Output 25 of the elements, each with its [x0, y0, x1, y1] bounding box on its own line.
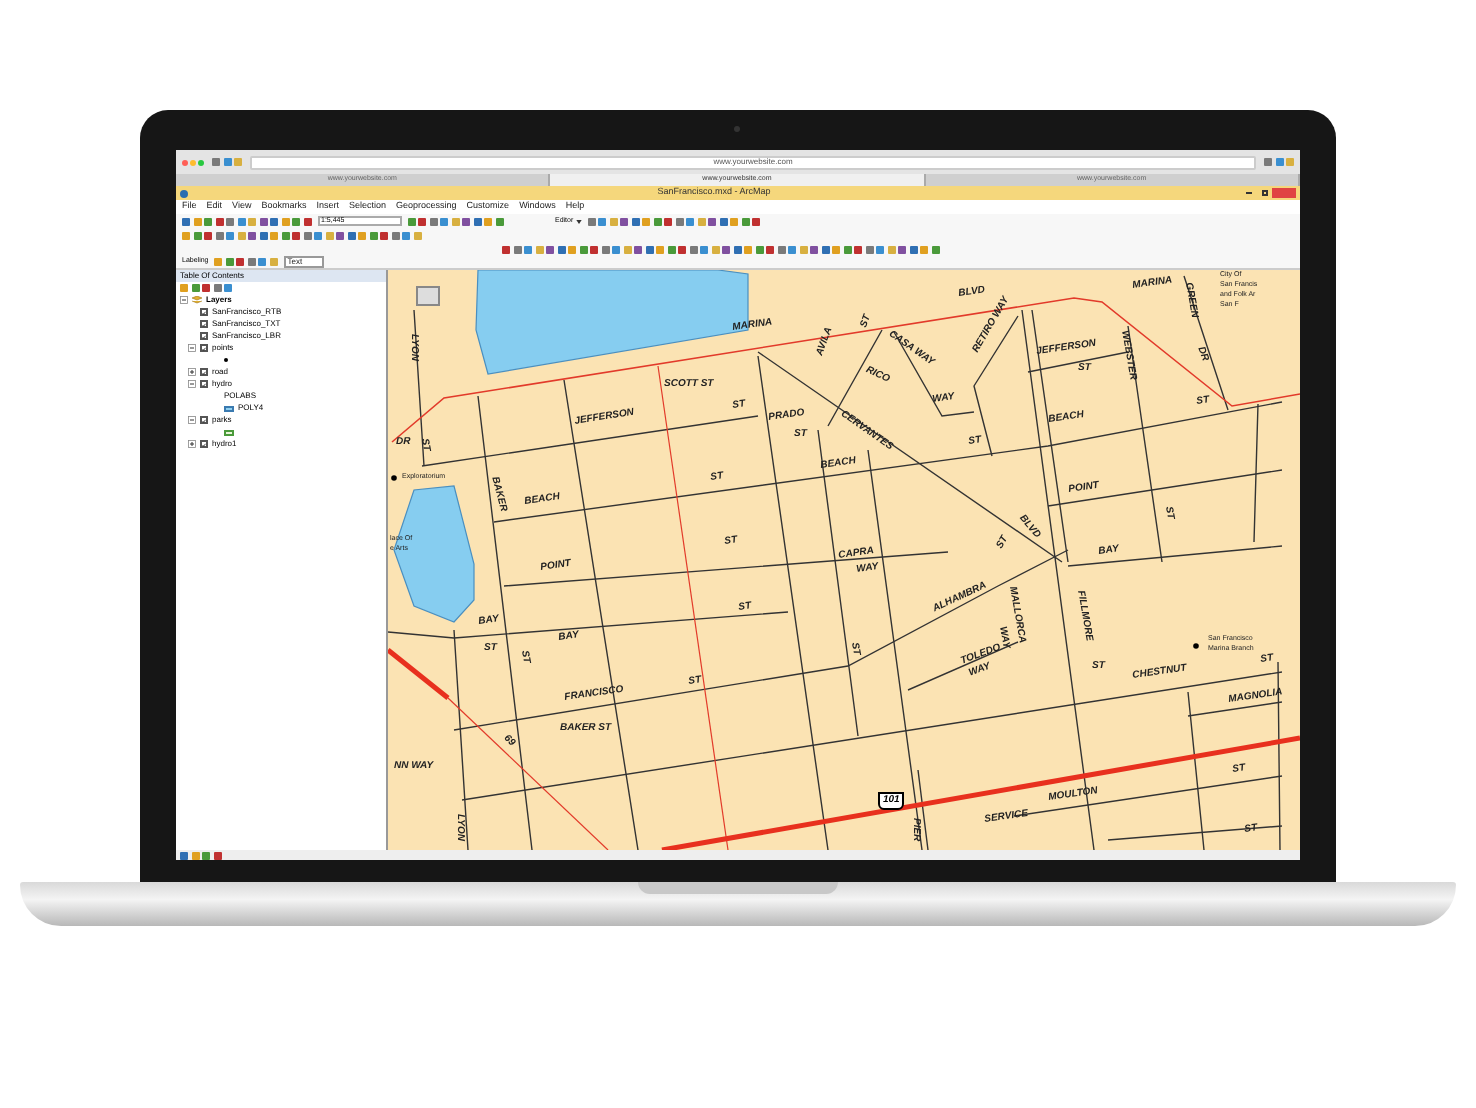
collapse-icon[interactable] — [188, 380, 196, 388]
collapse-icon[interactable] — [188, 416, 196, 424]
layer-checkbox[interactable] — [200, 416, 208, 424]
caret-icon — [575, 219, 582, 223]
lagoon-water — [393, 485, 475, 623]
layer-checkbox[interactable] — [200, 440, 208, 448]
layers-icon — [192, 296, 202, 304]
poi-dot-icon — [391, 475, 397, 481]
layer-checkbox[interactable] — [200, 380, 208, 388]
layer-checkbox[interactable] — [200, 308, 208, 316]
outline-swatch-icon — [224, 429, 234, 435]
highway-line — [388, 648, 450, 700]
fill-swatch-icon — [224, 405, 234, 411]
expand-icon[interactable] — [188, 440, 196, 448]
maximize-button[interactable] — [1256, 188, 1272, 198]
collapse-icon[interactable] — [180, 296, 188, 304]
layer-checkbox[interactable] — [200, 344, 208, 352]
layer-checkbox[interactable] — [200, 368, 208, 376]
collapse-icon[interactable] — [188, 344, 196, 352]
poi-dot-icon — [1193, 643, 1199, 649]
map-navigator[interactable] — [416, 286, 440, 306]
layer-checkbox[interactable] — [200, 332, 208, 340]
expand-icon[interactable] — [188, 368, 196, 376]
layer-checkbox[interactable] — [200, 320, 208, 328]
app-icon — [180, 189, 188, 197]
